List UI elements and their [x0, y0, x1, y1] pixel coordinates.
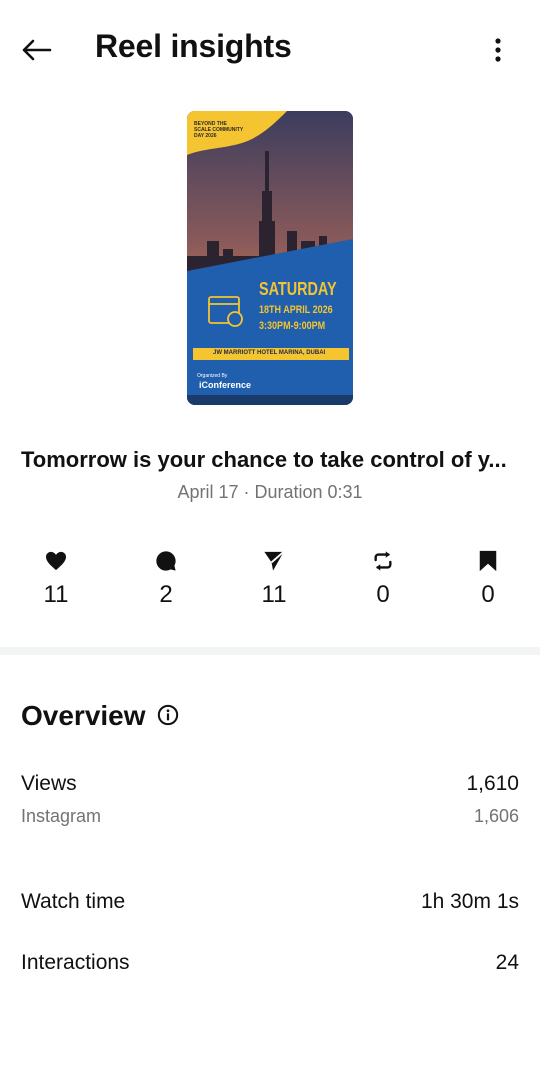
info-icon[interactable]: [157, 704, 179, 726]
reel-caption: Tomorrow is your chance to take control …: [21, 447, 507, 472]
thumbnail-organized-by: Organized By: [197, 373, 228, 379]
section-divider: [0, 647, 540, 655]
send-icon: [264, 551, 285, 571]
repost-icon: [374, 551, 392, 571]
comments-stat: 2: [126, 545, 206, 609]
thumbnail-venue: JW MARRIOTT HOTEL MARINA, DUBAI: [213, 350, 326, 356]
arrow-left-icon: [22, 39, 52, 61]
reel-meta: April 17 · Duration 0:31: [177, 482, 363, 502]
instagram-value: 1,606: [473, 806, 519, 826]
thumbnail-date: 18TH APRIL 2026: [259, 304, 333, 316]
interactions-label: Interactions: [21, 951, 130, 974]
watch-time-value: 1h 30m 1s: [420, 890, 519, 913]
thumbnail-artwork: [187, 111, 353, 405]
saves-stat: 0: [448, 545, 528, 609]
views-value: 1,610: [466, 772, 519, 795]
top-bar: Reel insights: [0, 0, 540, 100]
likes-stat: 11: [16, 545, 96, 609]
reposts-stat: 0: [343, 545, 423, 609]
engagement-stats: 11 2 11 0 0: [0, 545, 540, 615]
heart-icon: [46, 551, 66, 571]
shares-stat: 11: [234, 545, 314, 609]
reel-thumbnail[interactable]: BEYOND THE SCALE COMMUNITY DAY 2026 SATU…: [187, 111, 353, 405]
comment-icon: [156, 551, 176, 571]
page-title: Reel insights: [95, 28, 292, 64]
bookmark-icon: [479, 550, 497, 572]
instagram-label: Instagram: [21, 806, 102, 826]
watch-time-label: Watch time: [21, 890, 126, 913]
comments-count: 2: [159, 581, 173, 608]
overview-heading: Overview: [21, 700, 146, 731]
views-label: Views: [21, 772, 77, 795]
shares-count: 11: [261, 581, 287, 608]
thumbnail-organizer: iConference: [199, 380, 252, 390]
more-options-button[interactable]: [482, 30, 514, 70]
more-vertical-icon: [495, 38, 501, 62]
likes-count: 11: [43, 581, 69, 608]
thumbnail-time: 3:30PM-9:00PM: [259, 320, 326, 332]
reposts-count: 0: [376, 581, 390, 608]
interactions-value: 24: [495, 951, 519, 974]
thumbnail-top-text: BEYOND THE SCALE COMMUNITY DAY 2026: [194, 121, 244, 139]
saves-count: 0: [481, 581, 495, 608]
thumbnail-day: SATURDAY: [259, 279, 337, 299]
back-button[interactable]: [16, 30, 56, 70]
